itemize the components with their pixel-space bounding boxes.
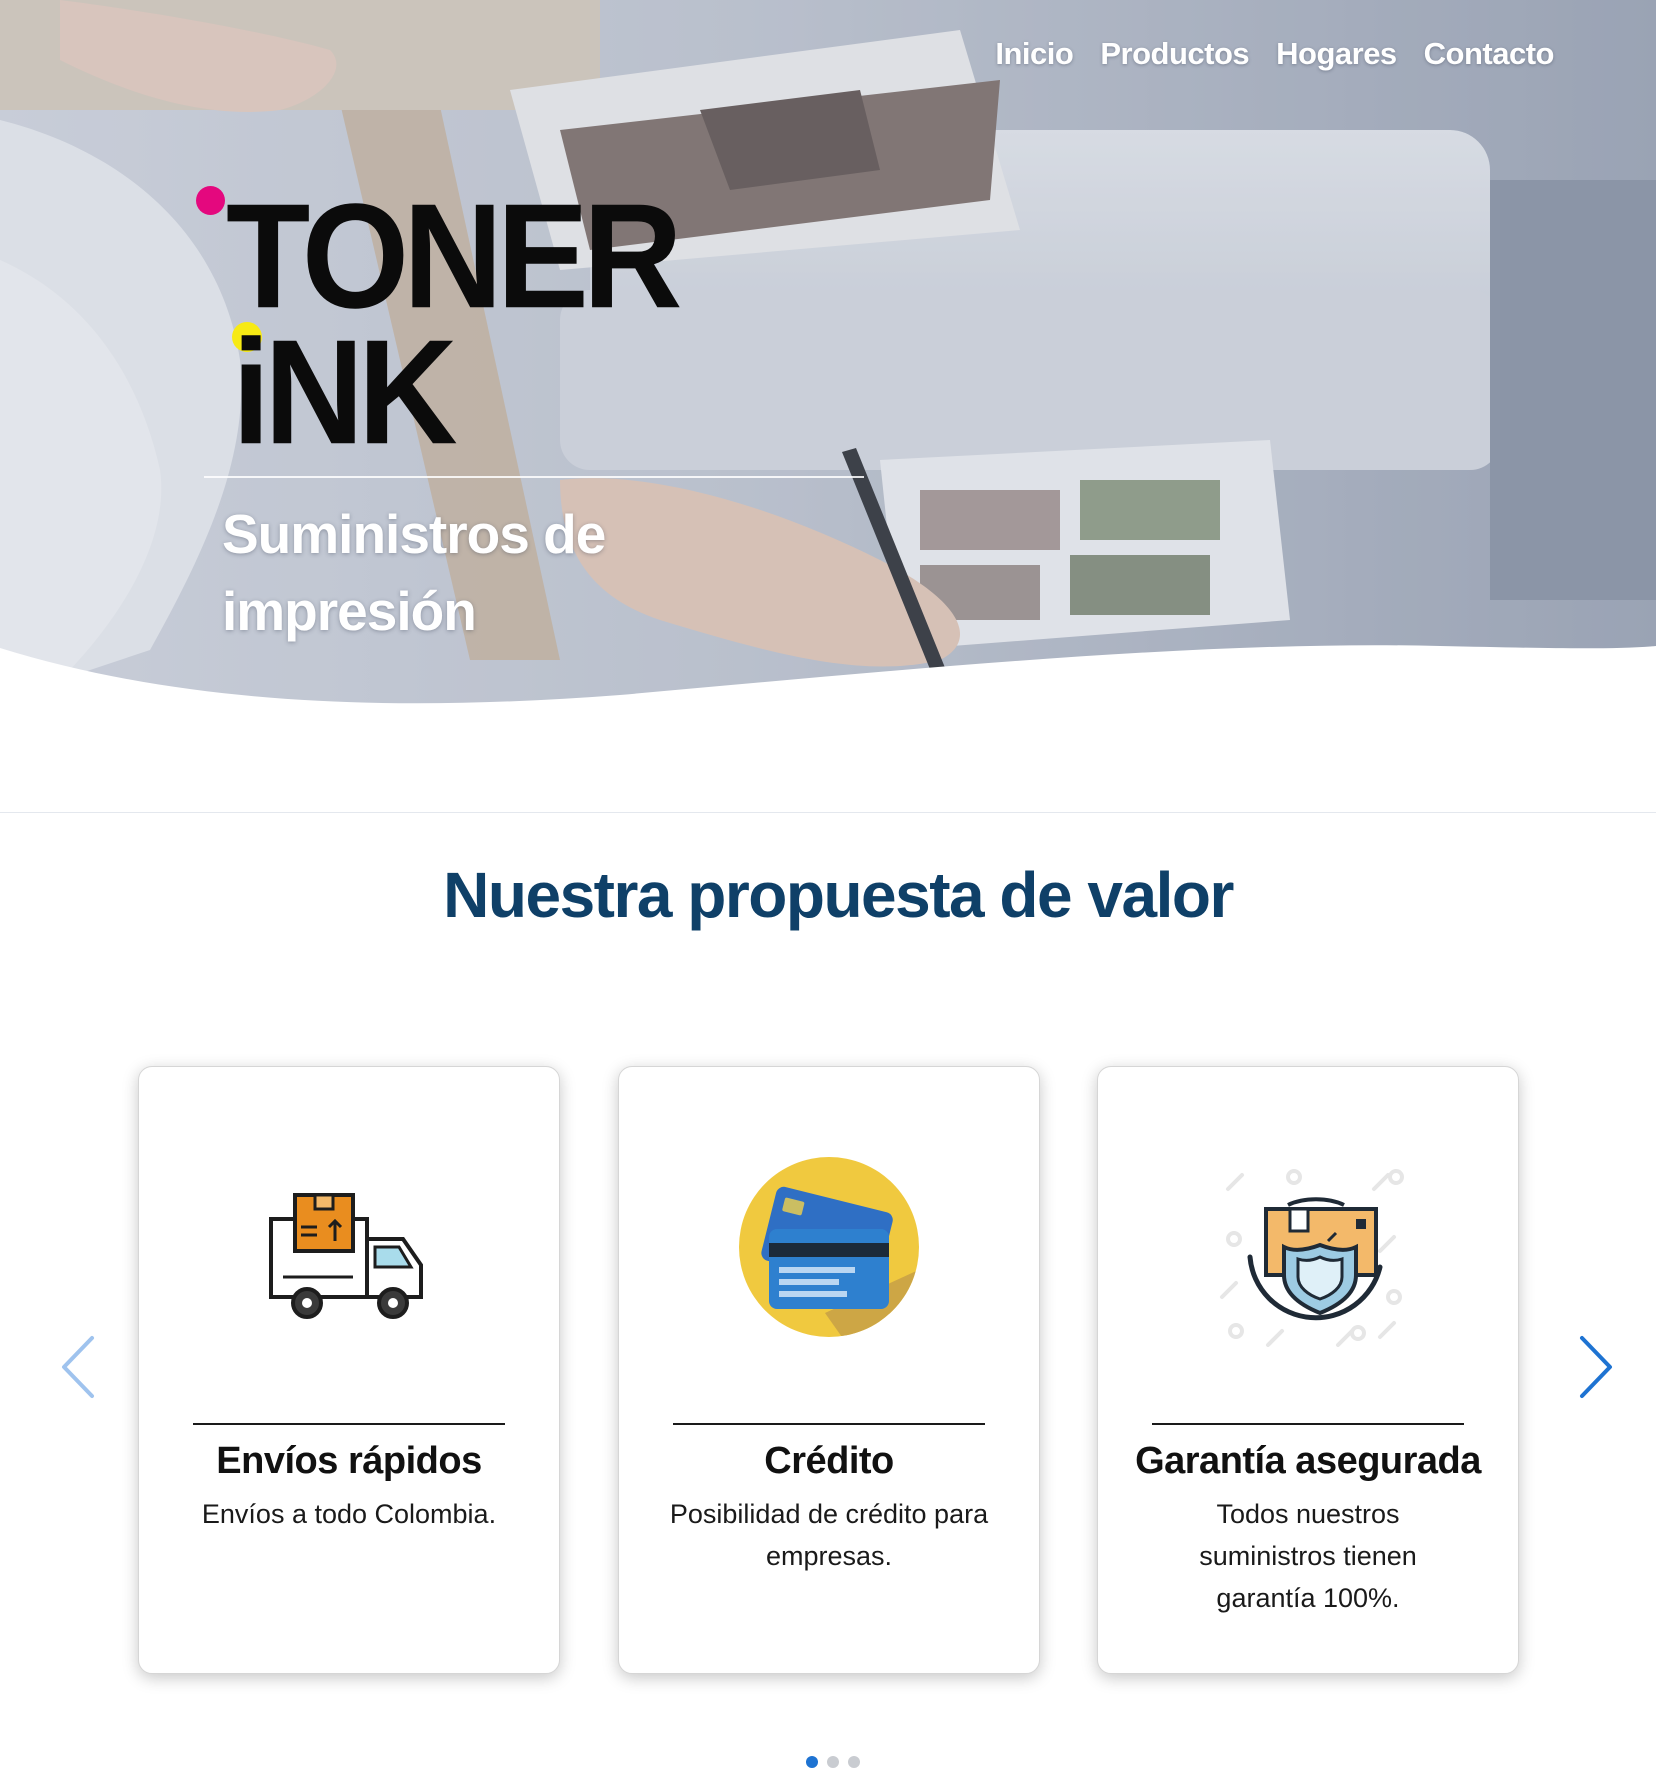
card-divider [1152, 1423, 1464, 1425]
card-description: Envíos a todo Colombia. [201, 1499, 497, 1529]
hero-wave-shape [0, 645, 1656, 720]
hero-divider [204, 476, 864, 478]
card-divider [673, 1423, 985, 1425]
chevron-right-icon[interactable] [1576, 1332, 1616, 1402]
section-divider [0, 812, 1656, 813]
carousel-dot[interactable] [848, 1756, 860, 1768]
chevron-left-icon[interactable] [58, 1332, 98, 1402]
card-divider [193, 1423, 505, 1425]
nav-item-hogares[interactable]: Hogares [1276, 36, 1397, 72]
value-card-garantia: Garantía asegurada Todos nuestros sumini… [1097, 1066, 1519, 1674]
nav-item-productos[interactable]: Productos [1100, 36, 1249, 72]
value-card-envios: Envíos rápidos Envíos a todo Colombia. [138, 1066, 560, 1674]
brand-logo[interactable]: TONER iNK [196, 178, 683, 467]
card-title: Garantía asegurada [1135, 1440, 1481, 1482]
hero-banner: Inicio Productos Hogares Contacto TONER … [0, 0, 1656, 720]
credit-card-icon [739, 1157, 919, 1337]
main-nav: Inicio Productos Hogares Contacto [995, 36, 1554, 72]
card-description: Posibilidad de crédito para empresas. [669, 1499, 989, 1571]
section-title: Nuestra propuesta de valor [443, 859, 1234, 931]
nav-item-inicio[interactable]: Inicio [995, 36, 1073, 72]
carousel-dot[interactable] [806, 1756, 818, 1768]
card-title: Envíos rápidos [216, 1440, 482, 1482]
card-description: Todos nuestros suministros tienen garant… [1199, 1499, 1417, 1613]
shield-box-icon [1220, 1169, 1404, 1347]
card-title: Crédito [764, 1440, 894, 1482]
delivery-truck-icon [269, 1193, 423, 1319]
carousel-pagination [806, 1756, 860, 1768]
carousel-dot[interactable] [827, 1756, 839, 1768]
logo-text-ink: iNK [232, 309, 458, 476]
logo-magenta-dot [196, 186, 225, 215]
value-card-credito: Crédito Posibilidad de crédito para empr… [618, 1066, 1040, 1674]
nav-item-contacto[interactable]: Contacto [1424, 36, 1555, 72]
